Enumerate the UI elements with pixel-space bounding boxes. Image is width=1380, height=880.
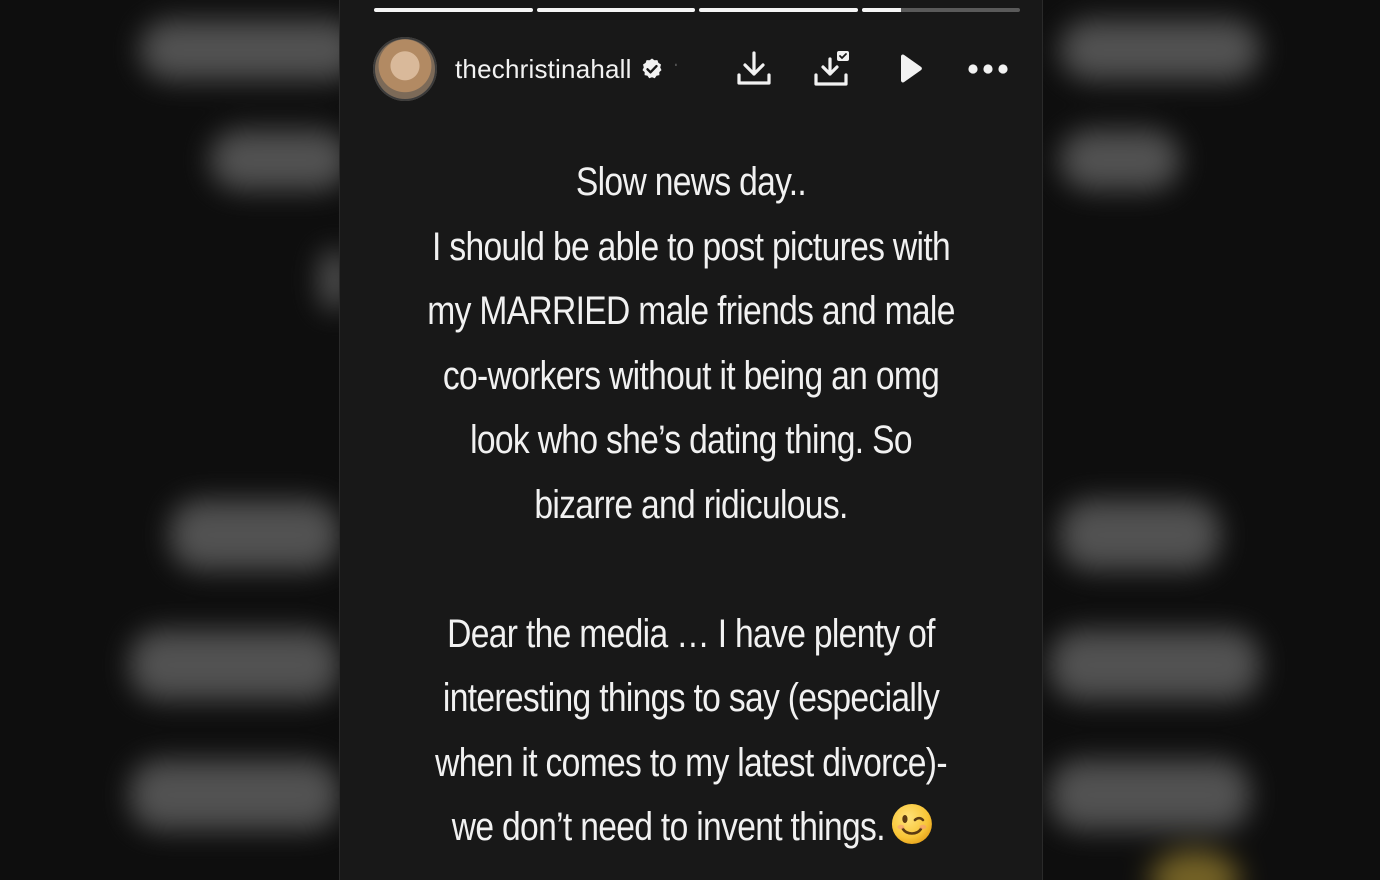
story-text-line: when it comes to my latest divorce)-: [435, 740, 947, 785]
progress-segment-fill: [536, 8, 695, 12]
story-header: thechristinahall ˈ: [373, 36, 1020, 102]
progress-segment: [536, 8, 695, 12]
story-text-line: look who she’s dating thing. So: [470, 418, 912, 462]
story-text-line: I should be able to post pictures with: [432, 224, 951, 269]
winking-face-emoji: [890, 801, 934, 845]
progress-segment-fill: [699, 8, 858, 12]
story-text-line: Dear the media … I have plenty of: [447, 611, 935, 656]
story-actions: [732, 47, 1010, 91]
verified-badge-icon: [640, 57, 664, 81]
avatar[interactable]: [373, 37, 437, 101]
story-text: Slow news day.. I should be able to post…: [396, 150, 986, 860]
story-text-line: bizarre and ridiculous.: [534, 482, 848, 527]
story-text-line: my MARRIED male friends and male: [427, 289, 955, 333]
progress-segment: [374, 8, 533, 12]
username[interactable]: thechristinahall: [455, 54, 632, 85]
progress-segment-fill: [861, 8, 902, 12]
story-text-last-line: we don’t need to invent things.: [396, 795, 986, 860]
story-panel[interactable]: thechristinahall ˈ Slow news day.. I sho…: [340, 0, 1042, 880]
story-text-line: Slow news day..: [575, 160, 807, 204]
play-icon[interactable]: [888, 47, 932, 91]
download-icon[interactable]: [732, 47, 776, 91]
separator-mark: ˈ: [673, 61, 679, 77]
progress-segment: [861, 8, 1020, 12]
screenshot-stage: thechristinahall ˈ Slow news day.. I sho…: [0, 0, 1380, 880]
story-text-line: co-workers without it being an omg: [442, 353, 940, 398]
progress-segment: [699, 8, 858, 12]
save-to-archive-icon[interactable]: [810, 47, 854, 91]
story-progress-bar: [374, 8, 1020, 12]
progress-segment-fill: [374, 8, 533, 12]
story-text-line: interesting things to say (especially: [442, 676, 940, 720]
story-text-line: we don’t need to invent things.: [451, 805, 886, 849]
more-options-icon[interactable]: [966, 47, 1010, 91]
